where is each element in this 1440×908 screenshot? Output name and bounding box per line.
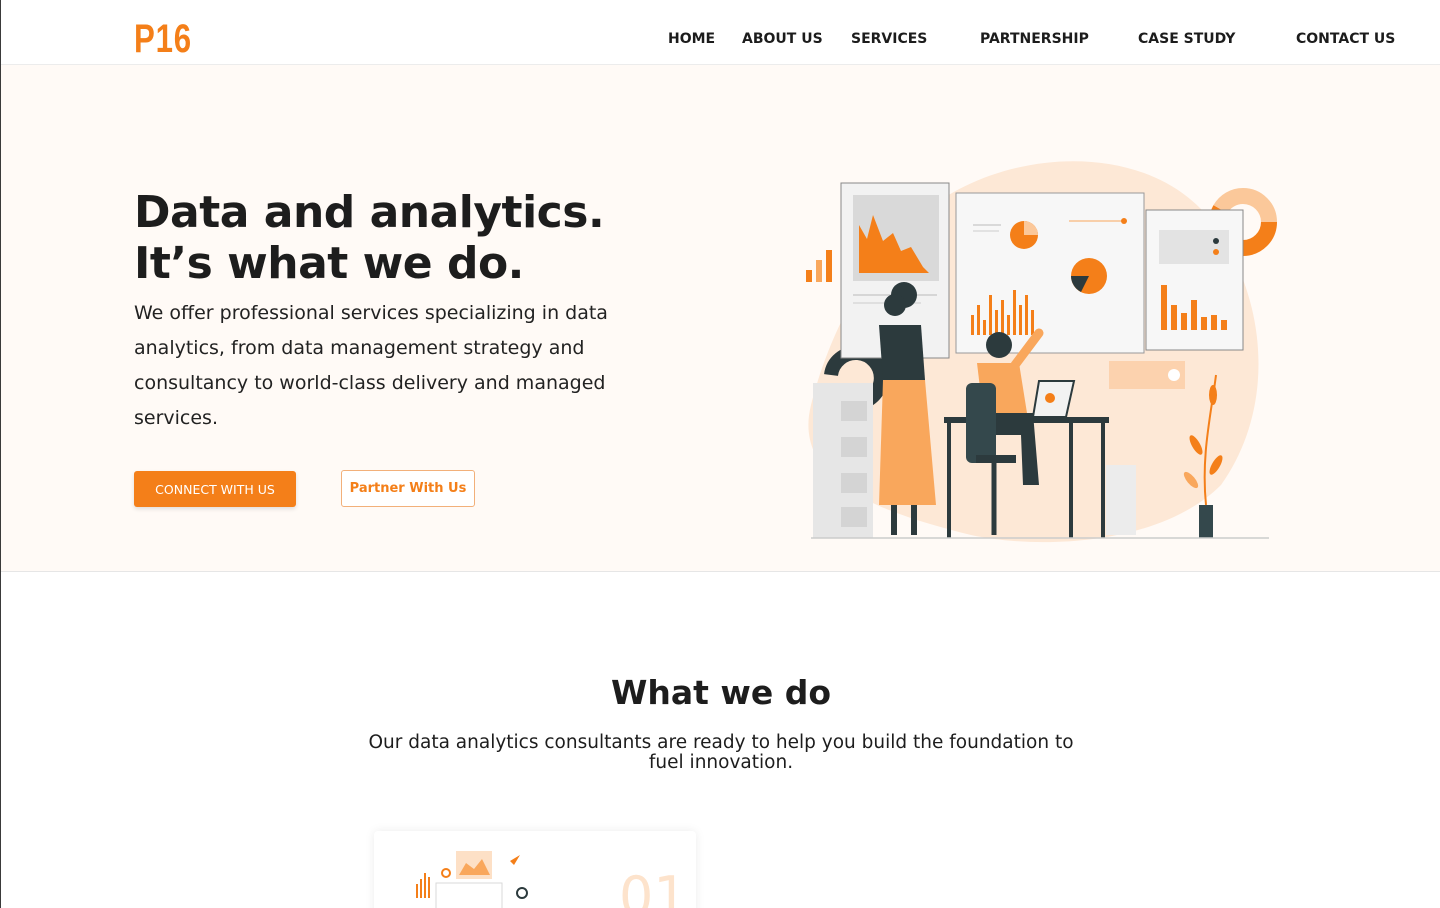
hero-section: Data and analytics. It’s what we do. We … — [1, 65, 1440, 572]
hero-description: We offer professional services specializ… — [134, 302, 608, 429]
data-analytics-team-illustration — [806, 161, 1277, 543]
nav-home[interactable]: HOME — [668, 30, 715, 48]
top-navbar: P16 HOME ABOUT US SERVICES PARTNERSHIP C… — [1, 0, 1440, 65]
partner-with-us-button[interactable]: Partner With Us — [341, 470, 475, 507]
nav-partnership[interactable]: PARTNERSHIP — [980, 30, 1089, 48]
connect-with-us-button[interactable]: CONNECT WITH US — [134, 471, 296, 507]
p16-logo[interactable]: P16 — [134, 18, 192, 62]
what-we-do-subtitle: Our data analytics consultants are ready… — [368, 732, 1074, 773]
service-card[interactable]: 01 — [374, 831, 696, 908]
page: P16 HOME ABOUT US SERVICES PARTNERSHIP C… — [0, 0, 1440, 908]
hero-title: Data and analytics. It’s what we do. — [134, 187, 694, 289]
card-number: 01 — [619, 865, 688, 908]
nav-contact-us[interactable]: CONTACT US — [1296, 30, 1395, 48]
nav-about-us[interactable]: ABOUT US — [742, 30, 823, 48]
what-we-do-title: What we do — [610, 673, 832, 712]
analytics-dashboard-icon — [416, 851, 528, 908]
nav-services[interactable]: SERVICES — [851, 30, 927, 48]
nav-case-study[interactable]: CASE STUDY — [1138, 30, 1235, 48]
hero-title-line-1: Data and analytics. — [134, 187, 605, 238]
hero-title-line-2: It’s what we do. — [134, 238, 524, 289]
